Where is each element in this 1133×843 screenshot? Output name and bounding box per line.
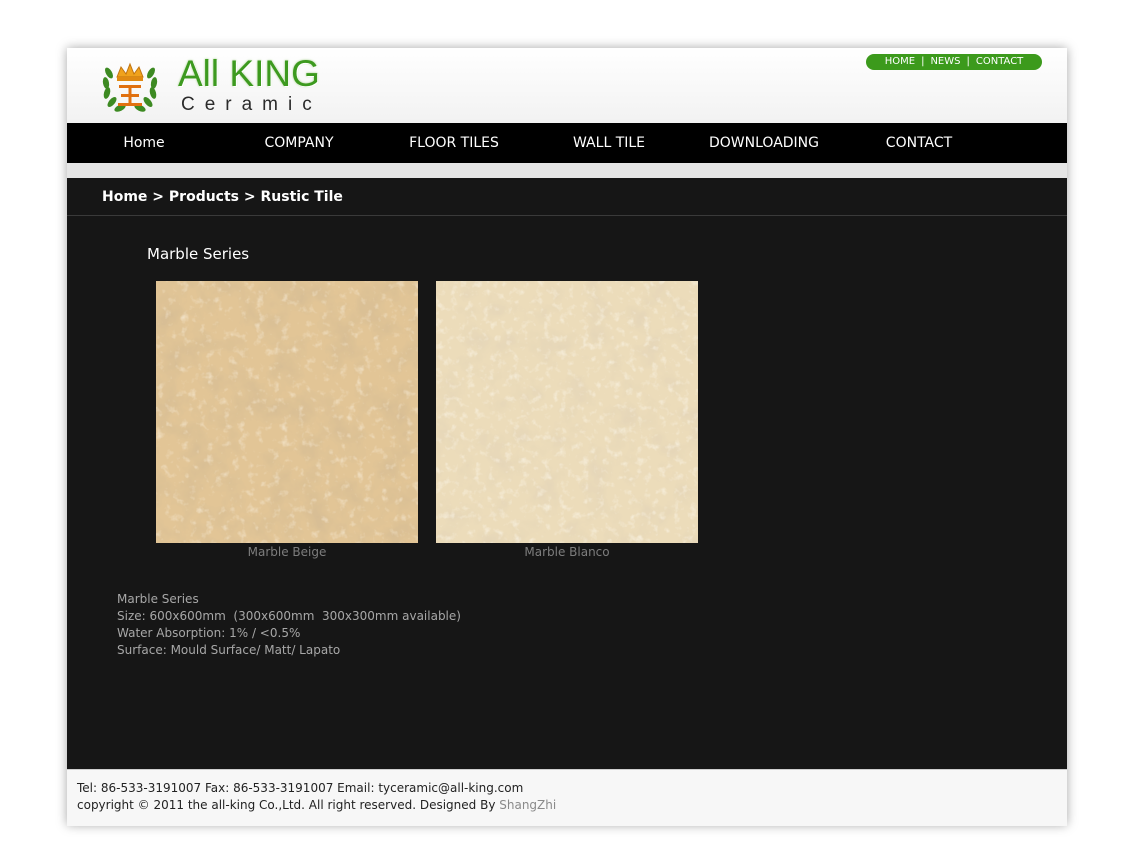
breadcrumb-separator: > bbox=[152, 189, 169, 205]
site-footer: Tel: 86-533-3191007 Fax: 86-533-3191007 … bbox=[67, 769, 1067, 826]
product-image-marble-beige[interactable] bbox=[156, 281, 418, 543]
crown-wreath-logo-icon[interactable] bbox=[99, 55, 161, 117]
spec-line: Marble Series bbox=[117, 592, 199, 606]
breadcrumb: Home > Products > Rustic Tile bbox=[102, 187, 343, 207]
nav-item-floor-tiles[interactable]: FLOOR TILES bbox=[379, 123, 529, 163]
nav-spacer bbox=[67, 163, 1067, 178]
footer-copyright: copyright © 2011 the all-king Co.,Ltd. A… bbox=[77, 797, 556, 814]
main-nav: Home COMPANY FLOOR TILES WALL TILE DOWNL… bbox=[67, 123, 1067, 163]
nav-item-home[interactable]: Home bbox=[69, 123, 219, 163]
breadcrumb-current[interactable]: Rustic Tile bbox=[261, 189, 343, 205]
spec-line: Surface: Mould Surface/ Matt/ Lapato bbox=[117, 643, 341, 657]
logo-wordmark[interactable]: All KING bbox=[178, 52, 320, 96]
product-caption[interactable]: Marble Beige bbox=[156, 544, 418, 560]
spec-line: Size: 600x600mm (300x600mm 300x300mm ava… bbox=[117, 609, 461, 623]
breadcrumb-separator: > bbox=[243, 189, 261, 205]
breadcrumb-home[interactable]: Home bbox=[102, 189, 147, 205]
nav-item-company[interactable]: COMPANY bbox=[224, 123, 374, 163]
breadcrumb-divider bbox=[67, 215, 1067, 216]
top-link-news[interactable]: NEWS bbox=[930, 54, 960, 70]
product-caption[interactable]: Marble Blanco bbox=[436, 544, 698, 560]
series-title: Marble Series bbox=[147, 245, 250, 263]
nav-item-contact[interactable]: CONTACT bbox=[844, 123, 994, 163]
top-link-separator: | bbox=[966, 56, 970, 67]
page-frame: All KING Ceramic HOME | NEWS | CONTACT H… bbox=[67, 48, 1067, 826]
product-specs: Marble Series Size: 600x600mm (300x600mm… bbox=[117, 591, 461, 659]
top-links-bar: HOME | NEWS | CONTACT bbox=[866, 54, 1042, 70]
spec-line: Water Absorption: 1% / <0.5% bbox=[117, 626, 301, 640]
designer-link[interactable]: ShangZhi bbox=[499, 798, 556, 812]
logo-subtext: Ceramic bbox=[181, 94, 322, 115]
nav-item-downloading[interactable]: DOWNLOADING bbox=[689, 123, 839, 163]
nav-item-wall-tile[interactable]: WALL TILE bbox=[534, 123, 684, 163]
top-link-home[interactable]: HOME bbox=[885, 54, 915, 70]
copyright-text: copyright © 2011 the all-king Co.,Ltd. A… bbox=[77, 798, 500, 812]
breadcrumb-products[interactable]: Products bbox=[169, 189, 239, 205]
top-link-contact[interactable]: CONTACT bbox=[976, 54, 1023, 70]
product-image-marble-blanco[interactable] bbox=[436, 281, 698, 543]
site-header: All KING Ceramic HOME | NEWS | CONTACT bbox=[67, 48, 1067, 123]
content-area: Home > Products > Rustic Tile Marble Ser… bbox=[67, 178, 1067, 769]
top-link-separator: | bbox=[921, 56, 925, 67]
footer-contact-line: Tel: 86-533-3191007 Fax: 86-533-3191007 … bbox=[77, 781, 524, 795]
